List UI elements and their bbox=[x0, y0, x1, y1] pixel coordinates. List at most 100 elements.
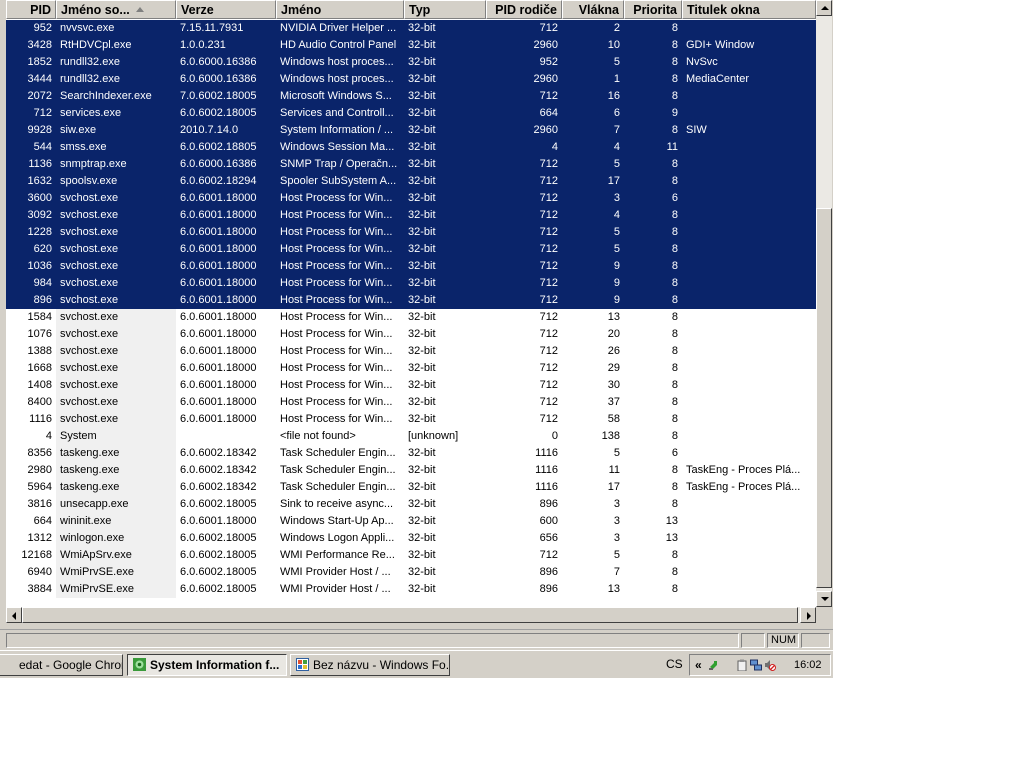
table-row[interactable]: 1312 winlogon.exe 6.0.6002.18005 Windows Lo… bbox=[6, 530, 816, 547]
cell-threads: 7 bbox=[613, 124, 620, 136]
table-row[interactable]: 1136 snmptrap.exe 6.0.6000.16386 SNMP Trap … bbox=[6, 156, 816, 173]
cell-type: 32-bit bbox=[408, 583, 436, 595]
taskbar-button-photo-viewer[interactable]: Bez názvu - Windows Fo... bbox=[290, 654, 450, 676]
taskbar-button-chrome[interactable]: edat - Google Chrome bbox=[0, 654, 123, 676]
cell-window-title bbox=[682, 445, 816, 462]
clipboard-icon[interactable] bbox=[736, 659, 748, 671]
cell-threads: 30 bbox=[607, 379, 620, 391]
column-header-priority[interactable]: Priorita bbox=[624, 0, 682, 19]
table-row[interactable]: 3444 rundll32.exe 6.0.6000.16386 Windows ho… bbox=[6, 71, 816, 88]
network-icon[interactable] bbox=[750, 659, 762, 671]
cell-description: Services and Controll... bbox=[280, 107, 394, 119]
cell-parent-pid: 952 bbox=[539, 56, 558, 68]
cell-process-name: svchost.exe bbox=[60, 192, 119, 204]
table-row[interactable]: 1852 rundll32.exe 6.0.6000.16386 Windows ho… bbox=[6, 54, 816, 71]
horizontal-scrollbar[interactable] bbox=[6, 607, 816, 623]
column-header-type[interactable]: Typ bbox=[404, 0, 486, 19]
cell-priority: 8 bbox=[671, 90, 678, 102]
table-row[interactable]: 1036 svchost.exe 6.0.6001.18000 Host Proces… bbox=[6, 258, 816, 275]
table-row[interactable]: 1116 svchost.exe 6.0.6001.18000 Host Proces… bbox=[6, 411, 816, 428]
table-row[interactable]: 2980 taskeng.exe 6.0.6002.18342 Task Schedu… bbox=[6, 462, 816, 479]
vertical-scroll-thumb[interactable] bbox=[816, 208, 832, 588]
table-row[interactable]: 3816 unsecapp.exe 6.0.6002.18005 Sink to re… bbox=[6, 496, 816, 513]
table-row[interactable]: 1076 svchost.exe 6.0.6001.18000 Host Proces… bbox=[6, 326, 816, 343]
cell-pid: 1668 bbox=[27, 362, 52, 374]
table-row[interactable]: 3884 WmiPrvSE.exe 6.0.6002.18005 WMI Provid… bbox=[6, 581, 816, 598]
table-row[interactable]: 984 svchost.exe 6.0.6001.18000 Host Process… bbox=[6, 275, 816, 292]
cell-type: 32-bit bbox=[408, 39, 436, 51]
cell-threads: 3 bbox=[613, 498, 620, 510]
table-row[interactable]: 712 services.exe 6.0.6002.18005 Services an… bbox=[6, 105, 816, 122]
table-row[interactable]: 12168 WmiApSrv.exe 6.0.6002.18005 WMI Perfo… bbox=[6, 547, 816, 564]
tray-expand-button[interactable]: « bbox=[695, 658, 702, 672]
table-row[interactable]: 952 nvvsvc.exe 7.15.11.7931 NVIDIA Driver H… bbox=[6, 20, 816, 37]
cell-process-name: svchost.exe bbox=[56, 343, 176, 360]
status-num: NUM bbox=[767, 633, 799, 648]
vertical-scrollbar[interactable] bbox=[816, 0, 832, 607]
table-row[interactable]: 3092 svchost.exe 6.0.6001.18000 Host Proces… bbox=[6, 207, 816, 224]
cell-process-name: taskeng.exe bbox=[56, 479, 176, 496]
arrow-left-icon bbox=[12, 612, 16, 620]
safely-remove-hardware-icon[interactable] bbox=[708, 659, 720, 671]
scroll-down-button[interactable] bbox=[816, 591, 832, 607]
cell-parent-pid: 712 bbox=[539, 311, 558, 323]
table-row[interactable]: 896 svchost.exe 6.0.6001.18000 Host Process… bbox=[6, 292, 816, 309]
column-header-parent-pid[interactable]: PID rodiče bbox=[486, 0, 562, 19]
clock[interactable]: 16:02 bbox=[794, 659, 822, 671]
scroll-up-button[interactable] bbox=[816, 0, 832, 16]
horizontal-scroll-thumb[interactable] bbox=[22, 607, 798, 623]
table-row[interactable]: 3428 RtHDVCpl.exe 1.0.0.231 HD Audio Contro… bbox=[6, 37, 816, 54]
language-indicator[interactable]: CS bbox=[666, 657, 683, 671]
volume-muted-icon[interactable] bbox=[764, 659, 776, 671]
table-row[interactable]: 2072 SearchIndexer.exe 7.0.6002.18005 Micro… bbox=[6, 88, 816, 105]
table-row[interactable]: 1584 svchost.exe 6.0.6001.18000 Host Proces… bbox=[6, 309, 816, 326]
table-row[interactable]: 8400 svchost.exe 6.0.6001.18000 Host Proces… bbox=[6, 394, 816, 411]
column-header-pid[interactable]: PID bbox=[6, 0, 56, 19]
table-row[interactable]: 6940 WmiPrvSE.exe 6.0.6002.18005 WMI Provid… bbox=[6, 564, 816, 581]
table-row[interactable]: 1388 svchost.exe 6.0.6001.18000 Host Proces… bbox=[6, 343, 816, 360]
table-row[interactable]: 1632 spoolsv.exe 6.0.6002.18294 Spooler Sub… bbox=[6, 173, 816, 190]
column-header-threads[interactable]: Vlákna bbox=[562, 0, 624, 19]
taskbar-button-siw[interactable]: System Information f... bbox=[127, 654, 287, 676]
cell-pid: 1312 bbox=[27, 532, 52, 544]
cell-window-title bbox=[682, 530, 816, 547]
table-row[interactable]: 3600 svchost.exe 6.0.6001.18000 Host Proces… bbox=[6, 190, 816, 207]
status-panel-caps bbox=[741, 633, 765, 648]
column-header-process-name[interactable]: Jméno so... bbox=[56, 0, 176, 19]
cell-parent-pid: 2960 bbox=[533, 124, 558, 136]
cell-threads: 4 bbox=[613, 209, 620, 221]
cell-threads: 13 bbox=[607, 583, 620, 595]
scroll-left-button[interactable] bbox=[6, 607, 22, 623]
cell-type: 32-bit bbox=[408, 566, 436, 578]
cell-description: Task Scheduler Engin... bbox=[280, 447, 396, 459]
table-row[interactable]: 9928 siw.exe 2010.7.14.0 System Information… bbox=[6, 122, 816, 139]
cell-pid: 3884 bbox=[27, 583, 52, 595]
cell-threads: 5 bbox=[613, 158, 620, 170]
cell-process-name: svchost.exe bbox=[56, 411, 176, 428]
table-row[interactable]: 1408 svchost.exe 6.0.6001.18000 Host Proces… bbox=[6, 377, 816, 394]
table-row[interactable]: 4 System <file not found> [unknown] 0 138 8 bbox=[6, 428, 816, 445]
cell-parent-pid: 1116 bbox=[535, 464, 558, 476]
cell-type: 32-bit bbox=[408, 481, 436, 493]
table-row[interactable]: 5964 taskeng.exe 6.0.6002.18342 Task Schedu… bbox=[6, 479, 816, 496]
table-row[interactable]: 1228 svchost.exe 6.0.6001.18000 Host Proces… bbox=[6, 224, 816, 241]
cell-threads: 17 bbox=[607, 481, 620, 493]
column-header-window-title[interactable]: Titulek okna bbox=[682, 0, 816, 19]
cell-version: 6.0.6001.18000 bbox=[180, 260, 257, 272]
column-header-version[interactable]: Verze bbox=[176, 0, 276, 19]
cell-description: WMI Performance Re... bbox=[280, 549, 395, 561]
table-row[interactable]: 544 smss.exe 6.0.6002.18805 Windows Session… bbox=[6, 139, 816, 156]
scroll-right-button[interactable] bbox=[800, 607, 816, 623]
cell-priority: 6 bbox=[671, 447, 678, 459]
cell-description: WMI Provider Host / ... bbox=[280, 583, 391, 595]
cell-process-name: System bbox=[56, 428, 176, 445]
table-row[interactable]: 664 wininit.exe 6.0.6001.18000 Windows Star… bbox=[6, 513, 816, 530]
cell-parent-pid: 712 bbox=[539, 413, 558, 425]
cell-threads: 5 bbox=[613, 549, 620, 561]
cell-priority: 8 bbox=[671, 362, 678, 374]
table-row[interactable]: 1668 svchost.exe 6.0.6001.18000 Host Proces… bbox=[6, 360, 816, 377]
table-row[interactable]: 620 svchost.exe 6.0.6001.18000 Host Process… bbox=[6, 241, 816, 258]
column-header-description[interactable]: Jméno bbox=[276, 0, 404, 19]
table-row[interactable]: 8356 taskeng.exe 6.0.6002.18342 Task Schedu… bbox=[6, 445, 816, 462]
cell-version: 6.0.6002.18005 bbox=[180, 549, 257, 561]
